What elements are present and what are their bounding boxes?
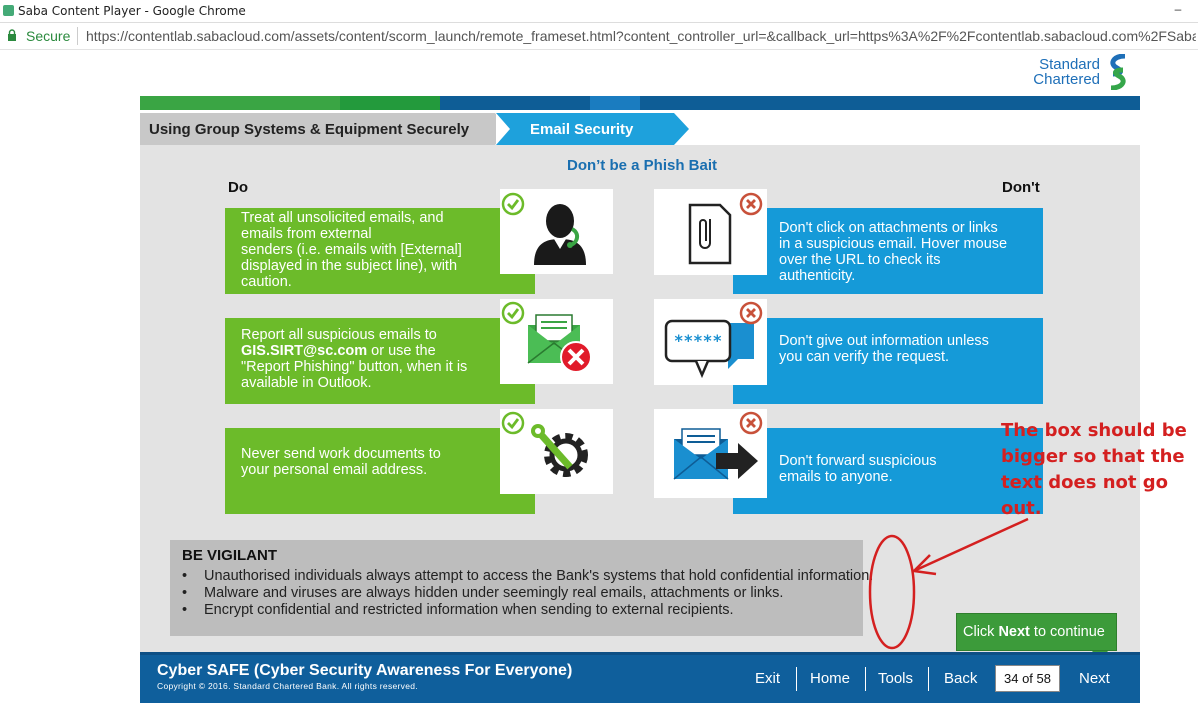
back-button[interactable]: Back <box>944 670 977 687</box>
cross-icon <box>739 301 763 325</box>
dont-item-1-line: authenticity. <box>779 268 856 284</box>
do-item-2-line: Report all suspicious emails to <box>241 327 437 343</box>
lock-icon <box>8 29 16 41</box>
do-item-1-line: displayed in the subject line), with <box>241 258 458 274</box>
logo-line-1: Standard <box>1039 56 1100 73</box>
do-item-3: Never send work documents to your person… <box>225 428 535 514</box>
dont-item-3: Don't forward suspicious emails to anyon… <box>733 428 1043 514</box>
do-item-2: Report all suspicious emails to GIS.SIRT… <box>225 318 535 404</box>
be-vigilant-title: BE VIGILANT <box>182 547 278 564</box>
window-title: Saba Content Player - Google Chrome <box>18 4 246 18</box>
do-item-2-line: "Report Phishing" button, when it is <box>241 359 468 375</box>
app-icon <box>3 5 14 16</box>
breadcrumb-topic-notch <box>496 113 510 145</box>
review-annotation-note: The box should be bigger so that the tex… <box>1001 420 1187 519</box>
progress-stripe <box>140 96 1140 110</box>
do-item-1: Treat all unsolicited emails, and emails… <box>225 208 535 294</box>
cross-icon <box>739 411 763 435</box>
dont-item-1: Don't click on attachments or links in a… <box>733 208 1043 294</box>
do-item-1-line: senders (i.e. emails with [External] <box>241 242 462 258</box>
do-item-1-line: caution. <box>241 274 292 290</box>
next-hint-text: Click Next to continue <box>963 624 1105 640</box>
breadcrumb-topic-label: Email Security <box>530 121 634 138</box>
nav-divider <box>865 667 866 691</box>
do-heading: Do <box>228 179 248 196</box>
sirt-email-address: GIS.SIRT@sc.com <box>241 343 368 359</box>
breadcrumb-topic-arrow <box>674 113 689 145</box>
dont-item-3-line: emails to anyone. <box>779 469 893 485</box>
attachment-document-icon <box>688 203 732 265</box>
exit-button[interactable]: Exit <box>755 670 780 687</box>
settings-tools-icon <box>531 424 588 477</box>
copyright-text: Copyright © 2016. Standard Chartered Ban… <box>157 681 418 691</box>
tooltip-prefix: Click <box>963 624 999 640</box>
support-agent-icon <box>534 204 586 265</box>
brand-logo-text: Standard Chartered <box>1030 57 1100 87</box>
vigilant-item: • Encrypt confidential and restricted inf… <box>182 602 734 618</box>
page-indicator: 34 of 58 <box>995 665 1060 692</box>
address-divider <box>77 27 78 45</box>
do-item-2-text: or use the <box>367 343 436 359</box>
vigilant-item-text: Malware and viruses are always hidden un… <box>204 585 784 601</box>
dont-item-2-line: Don't give out information unless <box>779 333 989 349</box>
vigilant-item-text: Encrypt confidential and restricted info… <box>204 602 734 618</box>
do-item-2-line: GIS.SIRT@sc.com or use the <box>241 343 519 359</box>
check-icon <box>501 192 525 216</box>
browser-title-bar: Saba Content Player - Google Chrome – <box>0 0 1198 23</box>
standard-chartered-logo-icon <box>1110 54 1126 90</box>
logo-line-2: Chartered <box>1033 71 1100 88</box>
home-button[interactable]: Home <box>810 670 850 687</box>
svg-text:*****: ***** <box>674 331 722 350</box>
nav-divider <box>928 667 929 691</box>
url-text[interactable]: https://contentlab.sabacloud.com/assets/… <box>86 28 1196 44</box>
do-item-3-line: your personal email address. <box>241 462 428 478</box>
nav-divider <box>796 667 797 691</box>
tooltip-suffix: to continue <box>1029 624 1105 640</box>
dont-heading: Don't <box>1002 179 1040 196</box>
dont-item-2-line: you can verify the request. <box>779 349 950 365</box>
address-bar[interactable]: Secure https://contentlab.sabacloud.com/… <box>0 23 1198 50</box>
breadcrumb-section-label: Using Group Systems & Equipment Securely <box>149 121 470 138</box>
slide-title: Don’t be a Phish Bait <box>566 157 717 174</box>
vigilant-item-text: Unauthorised individuals always attempt … <box>204 568 874 584</box>
do-item-2-line: available in Outlook. <box>241 375 372 391</box>
cross-icon <box>739 192 763 216</box>
do-item-1-line: Treat all unsolicited emails, and <box>241 210 444 226</box>
vigilant-item: • Unauthorised individuals always attempt… <box>182 568 874 584</box>
minimize-button[interactable]: – <box>1168 2 1188 16</box>
tools-button[interactable]: Tools <box>878 670 913 687</box>
course-title: Cyber SAFE (Cyber Security Awareness For… <box>157 662 573 679</box>
secure-label: Secure <box>26 28 71 44</box>
reject-email-icon <box>527 314 592 373</box>
check-icon <box>501 411 525 435</box>
do-item-1-line: emails from external <box>241 226 372 242</box>
tooltip-bold: Next <box>998 624 1030 640</box>
dont-item-1-line: in a suspicious email. Hover mouse <box>779 236 1008 252</box>
do-item-3-line: Never send work documents to <box>241 446 441 462</box>
check-icon <box>501 301 525 325</box>
next-button[interactable]: Next <box>1079 670 1110 687</box>
dont-item-3-line: Don't forward suspicious <box>779 453 937 469</box>
dont-item-2: Don't give out information unless you ca… <box>733 318 1043 404</box>
vigilant-item: • Malware and viruses are always hidden u… <box>182 585 784 601</box>
dont-item-1-line: over the URL to check its <box>779 252 941 268</box>
dont-item-1-line: Don't click on attachments or links <box>779 220 998 236</box>
